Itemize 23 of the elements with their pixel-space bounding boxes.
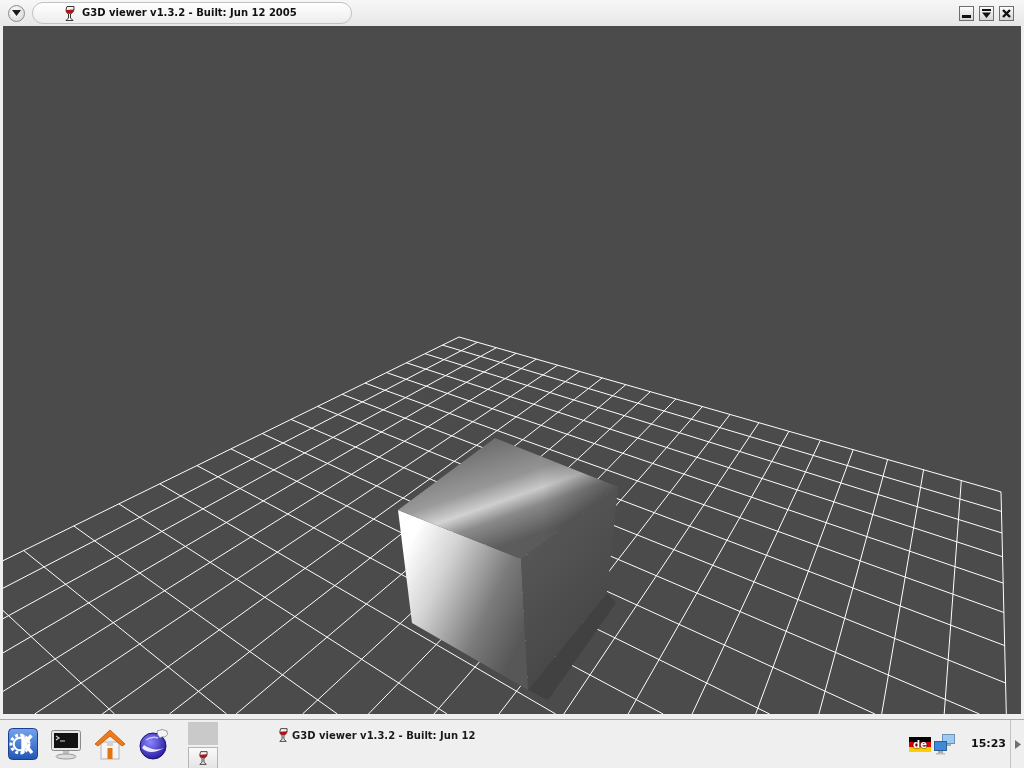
wine-glass-icon (198, 751, 208, 765)
caret-icon (12, 10, 21, 16)
taskbar-window-button[interactable]: G3D viewer v1.3.2 - Built: Jun 12 (272, 724, 480, 746)
wine-glass-icon (278, 728, 288, 742)
shade-button[interactable] (979, 5, 994, 21)
expand-arrow-icon[interactable] (1015, 739, 1021, 749)
window-list-button[interactable] (188, 747, 218, 768)
wine-glass-icon (64, 5, 75, 21)
desktop-pager-cell[interactable] (188, 722, 218, 745)
close-button[interactable] (999, 5, 1014, 21)
minimize-icon (962, 14, 971, 18)
window-title: G3D viewer v1.3.2 - Built: Jun 12 2005 (82, 7, 297, 19)
keyboard-layout-indicator[interactable]: de (909, 736, 931, 752)
down-triangle-icon (982, 8, 991, 18)
network-icon[interactable] (934, 733, 955, 755)
start-menu-icon[interactable] (8, 728, 38, 760)
window-menu-button[interactable] (8, 4, 25, 22)
terminal-icon[interactable] (50, 728, 82, 760)
minimize-button[interactable] (959, 5, 974, 21)
clock[interactable]: 15:23 (971, 735, 1006, 753)
home-icon[interactable] (94, 728, 126, 760)
close-icon (1002, 8, 1011, 18)
globe-icon[interactable] (138, 728, 170, 760)
